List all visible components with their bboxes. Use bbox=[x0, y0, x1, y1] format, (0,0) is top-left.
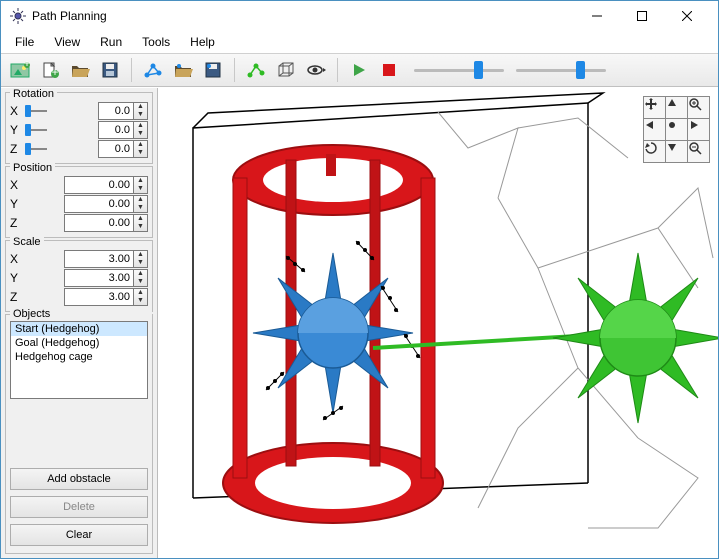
goal-hedgehog-object bbox=[553, 253, 718, 423]
position-legend: Position bbox=[10, 162, 55, 174]
rotation-z-label: Z bbox=[10, 142, 22, 156]
menu-bar: File View Run Tools Help bbox=[1, 31, 718, 53]
bounding-box-button[interactable] bbox=[273, 57, 299, 83]
svg-text:+: + bbox=[23, 61, 30, 70]
graph-button[interactable] bbox=[140, 57, 166, 83]
clear-button[interactable]: Clear bbox=[10, 524, 148, 546]
open-button[interactable] bbox=[67, 57, 93, 83]
position-z-input[interactable]: ▲▼ bbox=[64, 214, 148, 232]
position-y-input[interactable]: ▲▼ bbox=[64, 195, 148, 213]
window-title: Path Planning bbox=[32, 9, 574, 23]
nav-zoom-out-icon[interactable] bbox=[688, 141, 710, 163]
title-bar: Path Planning bbox=[1, 1, 718, 31]
position-y-label: Y bbox=[10, 197, 22, 211]
position-x-label: X bbox=[10, 178, 22, 192]
new-scene-button[interactable]: + bbox=[7, 57, 33, 83]
app-icon bbox=[10, 8, 26, 24]
visibility-button[interactable] bbox=[303, 57, 329, 83]
close-button[interactable] bbox=[664, 1, 709, 31]
slider-2[interactable] bbox=[516, 61, 606, 79]
objects-panel: Objects Start (Hedgehog) Goal (Hedgehog)… bbox=[5, 314, 153, 554]
stop-button[interactable] bbox=[376, 57, 402, 83]
scene-canvas[interactable] bbox=[158, 88, 718, 558]
add-obstacle-button[interactable]: Add obstacle bbox=[10, 468, 148, 490]
rotation-legend: Rotation bbox=[10, 88, 57, 100]
scale-z-label: Z bbox=[10, 290, 22, 304]
sidebar: Rotation X ▲▼ Y ▲▼ Z ▲▼ bbox=[1, 88, 158, 558]
open-graph-button[interactable] bbox=[170, 57, 196, 83]
scale-legend: Scale bbox=[10, 236, 44, 248]
nav-center-icon[interactable] bbox=[666, 119, 688, 141]
menu-tools[interactable]: Tools bbox=[134, 33, 178, 51]
play-button[interactable] bbox=[346, 57, 372, 83]
nav-right-icon[interactable] bbox=[688, 119, 710, 141]
rotation-y-slider[interactable] bbox=[25, 126, 47, 134]
nav-up-icon[interactable] bbox=[666, 97, 688, 119]
toolbar: + + bbox=[1, 53, 718, 87]
scale-x-input[interactable]: ▲▼ bbox=[64, 250, 148, 268]
rotation-x-label: X bbox=[10, 104, 22, 118]
rotation-z-input[interactable]: ▲▼ bbox=[98, 140, 148, 158]
list-item[interactable]: Start (Hedgehog) bbox=[11, 322, 147, 336]
minimize-button[interactable] bbox=[574, 1, 619, 31]
menu-view[interactable]: View bbox=[46, 33, 88, 51]
viewport-3d[interactable] bbox=[158, 88, 718, 558]
slider-1[interactable] bbox=[414, 61, 504, 79]
position-z-label: Z bbox=[10, 216, 22, 230]
objects-listbox[interactable]: Start (Hedgehog) Goal (Hedgehog) Hedgeho… bbox=[10, 321, 148, 399]
toolbar-separator bbox=[337, 58, 338, 82]
nav-rotate-icon[interactable] bbox=[644, 141, 666, 163]
scale-y-input[interactable]: ▲▼ bbox=[64, 269, 148, 287]
rotation-z-slider[interactable] bbox=[25, 145, 47, 153]
nav-zoom-in-icon[interactable] bbox=[688, 97, 710, 119]
scale-z-input[interactable]: ▲▼ bbox=[64, 288, 148, 306]
scale-panel: Scale X ▲▼ Y ▲▼ Z ▲▼ bbox=[5, 240, 153, 312]
position-panel: Position X ▲▼ Y ▲▼ Z ▲▼ bbox=[5, 166, 153, 238]
rotation-x-slider[interactable] bbox=[25, 107, 47, 115]
rotation-y-label: Y bbox=[10, 123, 22, 137]
rotation-x-input[interactable]: ▲▼ bbox=[98, 102, 148, 120]
nav-3d-pad bbox=[643, 96, 710, 163]
toolbar-separator bbox=[131, 58, 132, 82]
menu-file[interactable]: File bbox=[7, 33, 42, 51]
save-button[interactable] bbox=[97, 57, 123, 83]
maximize-button[interactable] bbox=[619, 1, 664, 31]
menu-run[interactable]: Run bbox=[92, 33, 130, 51]
scale-x-label: X bbox=[10, 252, 22, 266]
rotation-panel: Rotation X ▲▼ Y ▲▼ Z ▲▼ bbox=[5, 92, 153, 164]
rotation-y-input[interactable]: ▲▼ bbox=[98, 121, 148, 139]
graph-green-button[interactable] bbox=[243, 57, 269, 83]
position-x-input[interactable]: ▲▼ bbox=[64, 176, 148, 194]
start-hedgehog-object bbox=[253, 253, 413, 413]
objects-legend: Objects bbox=[10, 308, 152, 320]
new-file-button[interactable]: + bbox=[37, 57, 63, 83]
list-item[interactable]: Hedgehog cage bbox=[11, 350, 147, 364]
nav-down-icon[interactable] bbox=[666, 141, 688, 163]
toolbar-separator bbox=[234, 58, 235, 82]
list-item[interactable]: Goal (Hedgehog) bbox=[11, 336, 147, 350]
nav-move-icon[interactable] bbox=[644, 97, 666, 119]
save-graph-button[interactable] bbox=[200, 57, 226, 83]
delete-button[interactable]: Delete bbox=[10, 496, 148, 518]
menu-help[interactable]: Help bbox=[182, 33, 223, 51]
nav-left-icon[interactable] bbox=[644, 119, 666, 141]
scale-y-label: Y bbox=[10, 271, 22, 285]
svg-text:+: + bbox=[51, 65, 58, 79]
